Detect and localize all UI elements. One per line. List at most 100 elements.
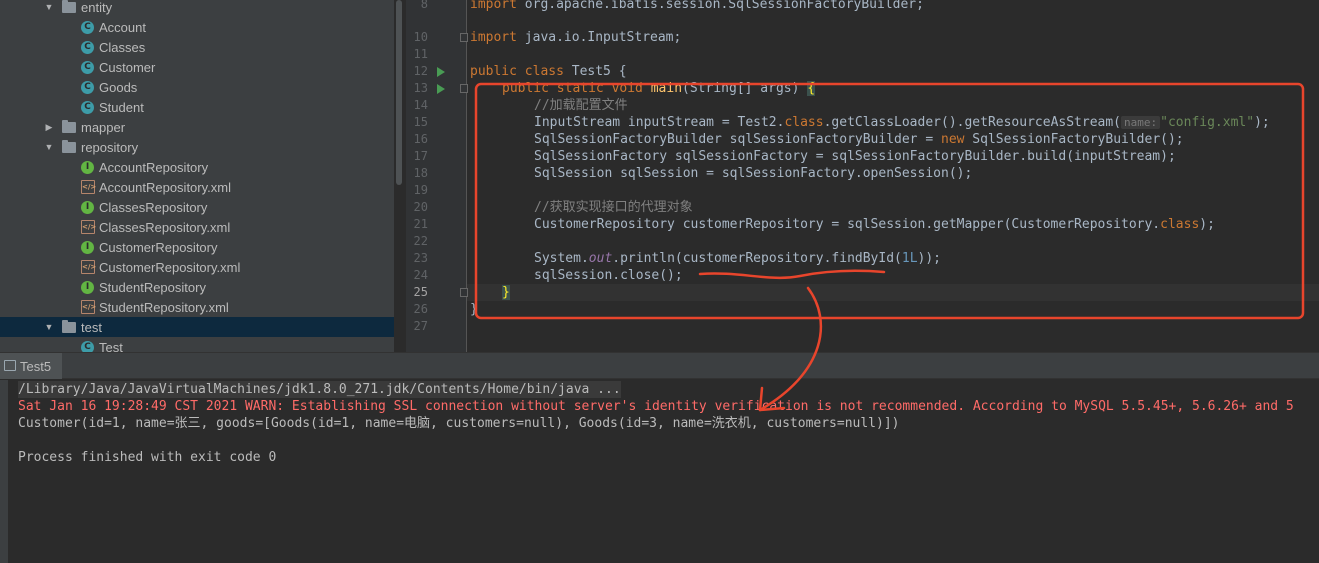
tree-item-classes[interactable]: C Classes	[0, 37, 394, 57]
line-number: 17	[413, 149, 428, 163]
fold-icon[interactable]	[460, 33, 468, 42]
code-line-18: SqlSession sqlSession = sqlSessionFactor…	[534, 166, 973, 181]
tree-folder-test[interactable]: ▼ test	[0, 317, 394, 337]
tree-item-customer[interactable]: C Customer	[0, 57, 394, 77]
line-number: 18	[413, 166, 428, 180]
tree-label: Test	[99, 339, 123, 353]
code-line-17: SqlSessionFactory sqlSessionFactory = sq…	[534, 149, 1176, 164]
line-number: 15	[413, 115, 428, 129]
chevron-down-icon[interactable]: ▼	[44, 2, 54, 12]
project-tree[interactable]: ▼ entity C Account C Classes C Customer …	[0, 0, 394, 352]
interface-icon: I	[81, 241, 94, 254]
run-class-icon[interactable]	[437, 67, 445, 77]
code-text: SqlSessionFactoryBuilder sqlSessionFacto…	[534, 132, 941, 147]
tree-item-goods[interactable]: C Goods	[0, 77, 394, 97]
tree-label: StudentRepository	[99, 279, 206, 295]
class-icon: C	[81, 21, 94, 34]
run-toolbar-strip	[0, 380, 8, 563]
interface-icon: I	[81, 201, 94, 214]
run-tab-test5[interactable]: Test5	[0, 353, 62, 379]
test-class-icon: C	[81, 341, 94, 352]
code-line-16: SqlSessionFactoryBuilder sqlSessionFacto…	[534, 131, 1184, 148]
tree-item-student-repository-xml[interactable]: </> StudentRepository.xml	[0, 297, 394, 317]
line-number: 11	[413, 47, 428, 61]
tree-item-student[interactable]: C Student	[0, 97, 394, 117]
tree-item-account-repository-xml[interactable]: </> AccountRepository.xml	[0, 177, 394, 197]
tree-scrollbar[interactable]	[396, 0, 402, 185]
tree-label: ClassesRepository	[99, 199, 208, 215]
tree-label: Classes	[99, 39, 146, 55]
code-text: SqlSessionFactoryBuilder();	[964, 132, 1184, 147]
code-keyword: new	[941, 132, 965, 147]
class-icon: C	[81, 61, 94, 74]
code-line-25: }	[502, 284, 510, 301]
code-text: );	[1199, 217, 1215, 232]
tree-label: Account	[99, 19, 146, 35]
chevron-down-icon[interactable]: ▼	[44, 142, 54, 152]
class-icon: C	[81, 101, 94, 114]
line-number: 10	[413, 30, 428, 44]
console-exit-line: Process finished with exit code 0	[18, 450, 277, 465]
run-tab-label: Test5	[20, 359, 52, 374]
line-number: 27	[413, 319, 428, 333]
fold-icon[interactable]	[460, 288, 468, 297]
code-keyword: class	[1160, 217, 1200, 232]
chevron-down-icon[interactable]: ▼	[44, 322, 54, 332]
tree-folder-entity[interactable]: ▼ entity	[0, 0, 394, 17]
code-brace: {	[807, 81, 816, 96]
current-line-highlight	[467, 284, 1319, 301]
chevron-right-icon[interactable]: ▶	[44, 122, 54, 132]
xml-file-icon: </>	[81, 300, 96, 314]
tree-item-customer-repository-xml[interactable]: </> CustomerRepository.xml	[0, 257, 394, 277]
line-number: 25	[413, 285, 428, 299]
code-keyword: import	[470, 0, 517, 12]
code-line-26: }	[470, 302, 478, 317]
code-string: "config.xml"	[1160, 115, 1255, 130]
tree-item-account-repository[interactable]: I AccountRepository	[0, 157, 394, 177]
console-icon	[4, 360, 16, 371]
tree-label: StudentRepository.xml	[99, 299, 229, 315]
line-number: 20	[413, 200, 428, 214]
line-number: 26	[413, 302, 428, 316]
run-method-icon[interactable]	[437, 84, 445, 94]
console-command-line[interactable]: /Library/Java/JavaVirtualMachines/jdk1.8…	[18, 381, 621, 398]
tree-label: ClassesRepository.xml	[99, 219, 231, 235]
line-number: 16	[413, 132, 428, 146]
code-static-field: out	[588, 251, 613, 266]
tree-item-classes-repository[interactable]: I ClassesRepository	[0, 197, 394, 217]
tree-label: entity	[81, 0, 113, 15]
tree-item-account[interactable]: C Account	[0, 17, 394, 37]
tree-label: AccountRepository.xml	[99, 179, 231, 195]
folder-icon	[62, 120, 76, 133]
tree-item-test[interactable]: C Test	[0, 337, 394, 352]
code-line-13: public static void main(String[] args) {	[502, 80, 816, 97]
tree-label: CustomerRepository	[99, 239, 218, 255]
xml-file-icon: </>	[81, 220, 96, 234]
tree-item-student-repository[interactable]: I StudentRepository	[0, 277, 394, 297]
line-number: 8	[420, 0, 428, 11]
fold-icon[interactable]	[460, 84, 468, 93]
folder-icon	[62, 320, 76, 333]
line-number: 24	[413, 268, 428, 282]
code-text: CustomerRepository customerRepository = …	[534, 217, 1161, 232]
code-line-20: //获取实现接口的代理对象	[534, 200, 693, 215]
tree-label: Student	[99, 99, 144, 115]
code-text: .println(customerRepository.findById(	[612, 251, 902, 266]
tree-item-classes-repository-xml[interactable]: </> ClassesRepository.xml	[0, 217, 394, 237]
tree-item-customer-repository[interactable]: I CustomerRepository	[0, 237, 394, 257]
tree-label: test	[81, 319, 102, 335]
xml-file-icon: </>	[81, 260, 96, 274]
code-brace: }	[502, 285, 510, 300]
code-text: java.io.InputStream;	[516, 30, 682, 45]
parameter-hint: name:	[1121, 116, 1161, 129]
code-text: org.apache.ibatis.session.SqlSessionFact…	[516, 0, 924, 12]
code-text: ));	[917, 251, 942, 266]
tree-label: CustomerRepository.xml	[99, 259, 241, 275]
tree-folder-repository[interactable]: ▼ repository	[0, 137, 394, 157]
folder-icon	[62, 140, 76, 153]
tree-folder-mapper[interactable]: ▶ mapper	[0, 117, 394, 137]
run-tool-window: Test5 /Library/Java/JavaVirtualMachines/…	[0, 352, 1319, 563]
code-line-12: public class Test5 {	[470, 63, 627, 80]
code-text: System.	[534, 251, 589, 266]
code-number: 1L	[901, 251, 918, 266]
